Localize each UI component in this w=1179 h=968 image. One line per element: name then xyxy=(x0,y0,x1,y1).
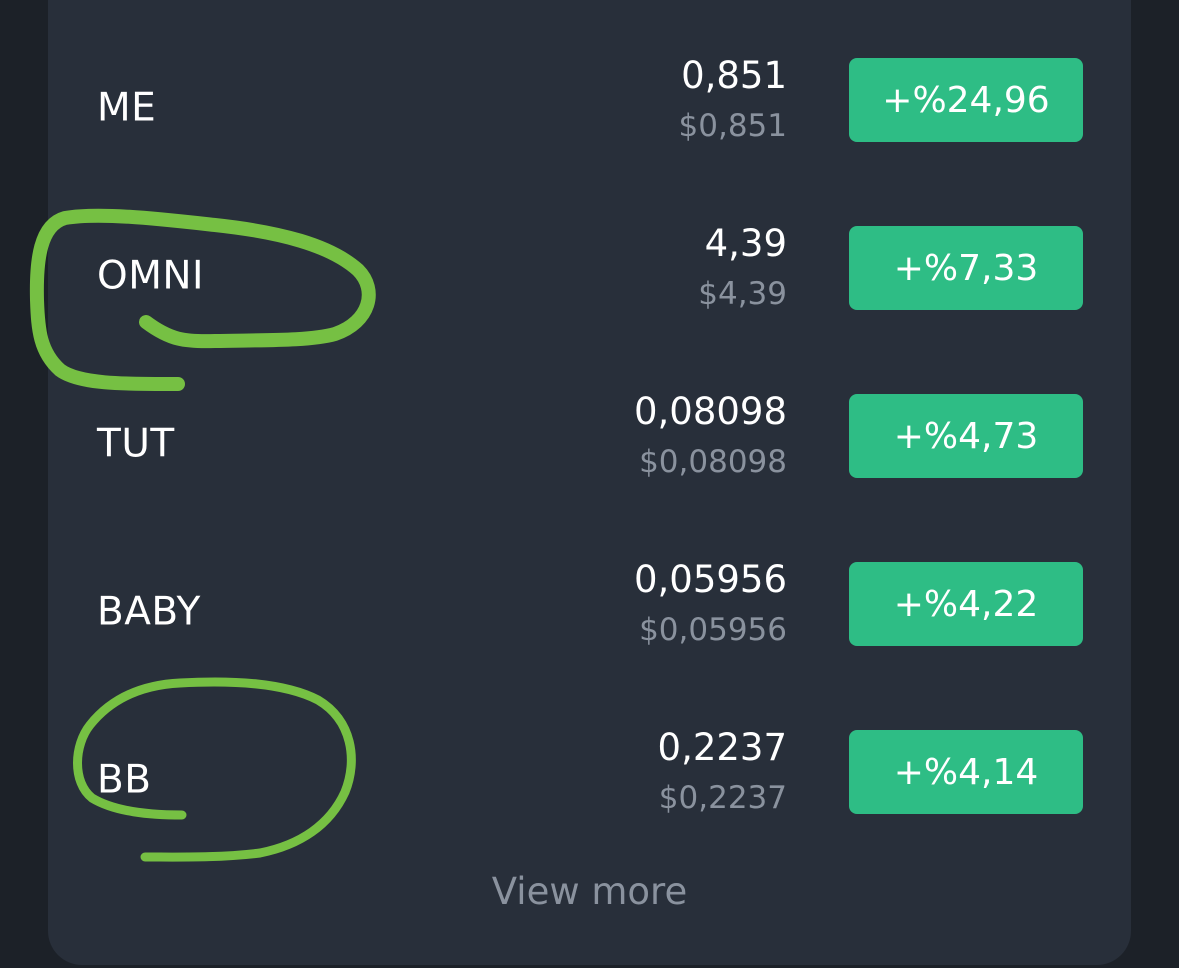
view-more-link[interactable]: View more xyxy=(0,870,1179,913)
list-item[interactable]: BABY 0,05956 $0,05956 +%4,22 xyxy=(0,552,1179,672)
change-badge[interactable]: +%7,33 xyxy=(849,226,1083,310)
change-badge[interactable]: +%4,73 xyxy=(849,394,1083,478)
coin-symbol: ME xyxy=(97,85,157,131)
list-item[interactable]: BB 0,2237 $0,2237 +%4,14 xyxy=(0,720,1179,840)
list-item[interactable]: TUT 0,08098 $0,08098 +%4,73 xyxy=(0,384,1179,504)
coin-usd-price: $0,05956 xyxy=(639,612,787,648)
list-item[interactable]: OMNI 4,39 $4,39 +%7,33 xyxy=(0,216,1179,336)
change-badge[interactable]: +%4,14 xyxy=(849,730,1083,814)
coin-symbol: OMNI xyxy=(97,253,205,299)
change-badge[interactable]: +%4,22 xyxy=(849,562,1083,646)
list-item[interactable]: ME 0,851 $0,851 +%24,96 xyxy=(0,48,1179,168)
coin-price: 4,39 xyxy=(704,222,787,265)
coin-usd-price: $0,08098 xyxy=(639,444,787,480)
screen: ME 0,851 $0,851 +%24,96 OMNI 4,39 $4,39 … xyxy=(0,0,1179,968)
coin-price: 0,05956 xyxy=(633,558,787,601)
coin-symbol: BB xyxy=(97,757,152,803)
coin-price: 0,851 xyxy=(681,54,787,97)
coin-usd-price: $4,39 xyxy=(698,276,787,312)
coin-usd-price: $0,851 xyxy=(678,108,787,144)
coin-price: 0,2237 xyxy=(657,726,787,769)
change-badge[interactable]: +%24,96 xyxy=(849,58,1083,142)
coin-symbol: TUT xyxy=(97,421,175,467)
coin-price: 0,08098 xyxy=(633,390,787,433)
coin-symbol: BABY xyxy=(97,589,201,635)
coin-usd-price: $0,2237 xyxy=(658,780,787,816)
